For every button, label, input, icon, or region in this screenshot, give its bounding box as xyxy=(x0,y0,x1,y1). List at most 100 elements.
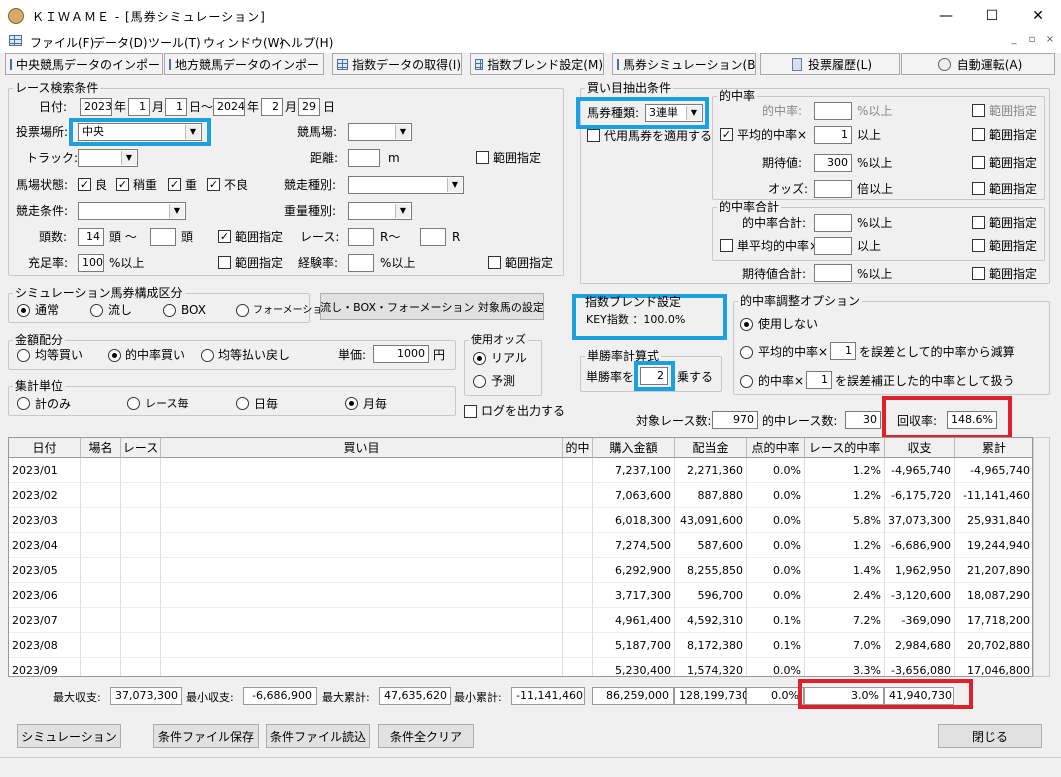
avg-hit-range-checkbox[interactable] xyxy=(972,128,985,141)
cond-bad-checkbox[interactable]: ✓ xyxy=(207,178,220,191)
col-income-header[interactable]: 収支 xyxy=(885,438,955,458)
fill-input[interactable]: 100 xyxy=(78,254,104,272)
table-row[interactable]: 2023/02 7,063,600 887,880 0.0% 1.2% -6,175,72… xyxy=(9,483,1032,508)
fetch-index-button[interactable]: 指数データの取得(I) xyxy=(332,53,462,75)
exp-sum-input[interactable] xyxy=(814,264,852,282)
odds-range-checkbox[interactable] xyxy=(972,182,985,195)
import-local-button[interactable]: 地方競馬データのインポート(N) xyxy=(164,53,324,75)
unit-price-input[interactable]: 1000 xyxy=(373,345,429,363)
distance-input[interactable] xyxy=(348,149,380,167)
table-row[interactable]: 2023/01 7,237,100 2,271,360 0.0% 1.2% -4,965,… xyxy=(9,458,1032,483)
avg-hit-input[interactable]: 1 xyxy=(814,126,852,144)
sim-normal-radio[interactable] xyxy=(17,304,30,317)
hitrate-buy-radio[interactable] xyxy=(108,349,121,362)
exp-value-input[interactable]: 300 xyxy=(814,154,852,172)
cond-good-checkbox[interactable]: ✓ xyxy=(78,178,91,191)
cond-slightly-heavy-checkbox[interactable]: ✓ xyxy=(116,178,129,191)
single-avg-input[interactable] xyxy=(814,237,852,255)
sum-hit-input[interactable] xyxy=(814,214,852,232)
venue-select[interactable]: 中央 ▼ xyxy=(78,123,202,141)
col-cumulative-header[interactable]: 累計 xyxy=(955,438,1032,458)
win-power-input[interactable]: 2 xyxy=(640,367,668,385)
single-avg-range-checkbox[interactable] xyxy=(972,239,985,252)
adjust-subtract-input[interactable]: 1 xyxy=(830,342,856,360)
col-bets-header[interactable]: 買い目 xyxy=(161,438,563,458)
maximize-button[interactable]: ☐ xyxy=(969,0,1015,31)
exp-value-range-checkbox[interactable] xyxy=(972,156,985,169)
sum-hit-range-checkbox[interactable] xyxy=(972,216,985,229)
col-venue-header[interactable]: 場名 xyxy=(81,438,121,458)
race-from-input[interactable] xyxy=(348,228,374,246)
real-odds-radio[interactable] xyxy=(473,352,486,365)
sim-formation-radio[interactable] xyxy=(236,304,249,317)
table-row[interactable]: 2023/04 7,274,500 587,600 0.0% 1.2% -6,686,90… xyxy=(9,533,1032,558)
race-to-input[interactable] xyxy=(420,228,446,246)
table-row[interactable]: 2023/09 5,230,400 1,574,320 0.0% 3.3% -3,656,… xyxy=(9,658,1032,676)
col-purchase-header[interactable]: 購入金額 xyxy=(593,438,675,458)
to-year-input[interactable]: 2024 xyxy=(213,98,245,116)
close-button[interactable]: 閉じる xyxy=(938,724,1042,748)
table-scrollbar[interactable] xyxy=(1033,437,1050,677)
predicted-odds-radio[interactable] xyxy=(473,375,486,388)
menu-data[interactable]: データ(D) xyxy=(93,34,148,51)
table-row[interactable]: 2023/07 4,961,400 4,592,310 0.1% 7.2% -369,09… xyxy=(9,608,1032,633)
equal-payout-radio[interactable] xyxy=(201,349,214,362)
adjust-subtract-radio[interactable] xyxy=(740,346,753,359)
minimize-button[interactable]: — xyxy=(923,0,969,31)
table-row[interactable]: 2023/05 6,292,900 8,255,850 0.0% 1.4% 1,962,9… xyxy=(9,558,1032,583)
mdi-close-button[interactable]: × xyxy=(1042,34,1058,48)
table-row[interactable]: 2023/03 6,018,300 43,091,600 0.0% 5.8% 37,073… xyxy=(9,508,1032,533)
menu-file[interactable]: ファイル(F) xyxy=(30,34,94,51)
sim-box-radio[interactable] xyxy=(163,304,176,317)
col-point-hit-header[interactable]: 点的中率 xyxy=(747,438,805,458)
import-central-button[interactable]: 中央競馬データのインポート(J) xyxy=(5,53,163,75)
col-race-hit-header[interactable]: レース的中率 xyxy=(805,438,885,458)
hit-rate-range-checkbox[interactable] xyxy=(972,104,985,117)
vote-history-button[interactable]: 投票履歴(L) xyxy=(760,53,900,75)
table-row[interactable]: 2023/08 5,187,700 8,172,380 0.1% 7.0% 2,984,6… xyxy=(9,633,1032,658)
close-window-button[interactable]: ✕ xyxy=(1015,0,1061,31)
hit-rate-input[interactable] xyxy=(814,102,852,120)
menu-help[interactable]: ヘルプ(H) xyxy=(279,34,333,51)
index-blend-button[interactable]: 指数ブレンド設定(M) xyxy=(470,53,604,75)
table-row[interactable]: 2023/06 3,717,300 596,700 0.0% 2.4% -3,120,60… xyxy=(9,583,1032,608)
agg-race-radio[interactable] xyxy=(127,397,140,410)
exp-range-checkbox[interactable] xyxy=(488,256,501,269)
adjust-none-radio[interactable] xyxy=(740,318,753,331)
avg-hit-checkbox[interactable]: ✓ xyxy=(720,128,733,141)
equal-buy-radio[interactable] xyxy=(17,349,30,362)
track-select[interactable]: ▼ xyxy=(348,123,412,141)
distance-range-checkbox[interactable] xyxy=(476,151,489,164)
ticket-type-select[interactable]: 3連単 ▼ xyxy=(645,104,703,122)
from-day-input[interactable]: 1 xyxy=(165,98,187,116)
output-log-checkbox[interactable] xyxy=(464,405,477,418)
weight-select[interactable]: ▼ xyxy=(348,202,412,220)
simulate-button[interactable]: シミュレーション xyxy=(17,724,121,748)
exp-input[interactable] xyxy=(348,254,374,272)
heads-range-checkbox[interactable]: ✓ xyxy=(218,230,231,243)
heads-to-input[interactable] xyxy=(150,228,176,246)
col-hit-header[interactable]: 的中 xyxy=(563,438,593,458)
mdi-minimize-button[interactable]: _ xyxy=(1006,34,1022,48)
odds-input[interactable] xyxy=(814,180,852,198)
mdi-restore-button[interactable]: ▫ xyxy=(1024,34,1040,48)
exp-sum-range-checkbox[interactable] xyxy=(972,267,985,280)
save-conditions-button[interactable]: 条件ファイル保存 xyxy=(153,724,259,748)
heads-from-input[interactable]: 14 xyxy=(78,228,104,246)
race-type-select[interactable]: ▼ xyxy=(348,176,464,194)
setup-target-horses-button[interactable]: 流し・BOX・フォーメーション 対象馬の設定 xyxy=(320,293,544,320)
ticket-simulation-button[interactable]: 馬券シミュレーション(B) xyxy=(612,53,756,75)
adjust-correct-input[interactable]: 1 xyxy=(806,371,832,389)
sim-nagashi-radio[interactable] xyxy=(90,304,103,317)
race-cond-select[interactable]: ▼ xyxy=(78,202,186,220)
from-year-input[interactable]: 2023 xyxy=(80,98,112,116)
from-month-input[interactable]: 1 xyxy=(128,98,150,116)
menu-tools[interactable]: ツール(T) xyxy=(148,34,201,51)
menu-window[interactable]: ウィンドウ(W) xyxy=(203,34,284,51)
agg-total-radio[interactable] xyxy=(17,397,30,410)
agg-day-radio[interactable] xyxy=(236,397,249,410)
agg-month-radio[interactable] xyxy=(345,397,358,410)
load-conditions-button[interactable]: 条件ファイル読込 xyxy=(266,724,370,748)
adjust-correct-radio[interactable] xyxy=(740,375,753,388)
col-race-header[interactable]: レース xyxy=(121,438,161,458)
